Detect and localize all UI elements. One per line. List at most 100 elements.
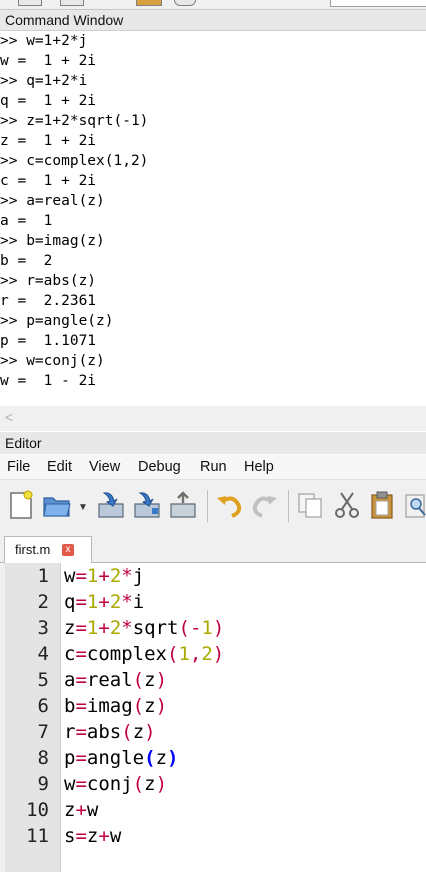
- new-file-icon[interactable]: [6, 490, 36, 520]
- command-output-line: p = 1.1071: [0, 333, 97, 349]
- code-token: ,: [189, 643, 202, 665]
- menu-help[interactable]: Help: [244, 459, 274, 475]
- copy-icon[interactable]: [296, 490, 326, 520]
- code-token: =: [75, 669, 87, 691]
- scroll-left-arrow-icon[interactable]: <: [5, 409, 13, 425]
- code-token: =: [75, 565, 87, 587]
- command-output-line: w = 1 - 2i: [0, 373, 97, 389]
- code-token: q: [64, 591, 76, 613]
- code-line[interactable]: r=abs(z): [64, 719, 156, 745]
- horizontal-scrollbar[interactable]: <: [0, 406, 426, 431]
- code-line[interactable]: q=1+2*i: [64, 589, 144, 615]
- open-folder-icon[interactable]: [42, 490, 72, 520]
- command-output-line: c = 1 + 2i: [0, 173, 97, 189]
- directory-input[interactable]: [330, 0, 426, 7]
- code-token: +: [98, 565, 110, 587]
- code-line[interactable]: c=complex(1,2): [64, 641, 224, 667]
- save-all-icon[interactable]: [168, 490, 198, 520]
- code-editor[interactable]: 1 2 3 4 5 6 7 8 9 10 11 w=1+2*j q=1+2*i z=1+2*sqrt(-…: [0, 563, 426, 872]
- toolbar-button-icon[interactable]: [174, 0, 196, 6]
- menu-file[interactable]: File: [7, 459, 30, 475]
- code-token: =: [75, 721, 87, 743]
- tab-label: first.m: [15, 542, 51, 557]
- code-token: conj: [86, 773, 133, 795]
- undo-icon[interactable]: [214, 490, 244, 520]
- command-output-line: q = 1 + 2i: [0, 93, 97, 109]
- dropdown-arrow-icon[interactable]: ▼: [78, 502, 88, 513]
- toolbar-separator: [288, 490, 289, 522]
- code-token: z: [64, 799, 76, 821]
- editor-toolbar: ▼: [0, 480, 426, 534]
- code-token: z: [64, 617, 76, 639]
- code-line[interactable]: z=1+2*sqrt(-1): [64, 615, 224, 641]
- code-token: =: [75, 773, 87, 795]
- code-line[interactable]: w=1+2*j: [64, 563, 144, 589]
- code-token: 2: [109, 591, 122, 613]
- command-output-line: z = 1 + 2i: [0, 133, 97, 149]
- code-token: a: [64, 669, 76, 691]
- code-line[interactable]: z+w: [64, 797, 98, 823]
- command-window-output[interactable]: >> w=1+2*j w = 1 + 2i >> q=1+2*i q = 1 + 2i…: [0, 31, 426, 406]
- code-token: +: [98, 825, 110, 847]
- line-number: 9: [37, 773, 49, 795]
- code-token: r: [64, 721, 76, 743]
- toolbar-button-icon[interactable]: [60, 0, 84, 6]
- code-token: 1: [86, 617, 99, 639]
- toolbar-button-icon[interactable]: [136, 0, 162, 6]
- code-token: ): [155, 695, 168, 717]
- command-window-title: Command Window: [5, 12, 124, 28]
- code-token: 1: [178, 643, 190, 665]
- code-token: -: [189, 617, 202, 639]
- tab-first-m[interactable]: first.m x: [4, 536, 92, 563]
- redo-icon[interactable]: [250, 490, 280, 520]
- code-token: =: [75, 643, 87, 665]
- code-token: =: [75, 591, 87, 613]
- menu-run[interactable]: Run: [200, 459, 227, 475]
- code-token: (: [132, 669, 145, 691]
- code-token: ): [167, 747, 179, 769]
- code-token: *: [121, 591, 133, 613]
- command-input-line: >> w=1+2*j: [0, 33, 88, 49]
- code-line[interactable]: a=real(z): [64, 667, 167, 693]
- code-token: 1: [201, 617, 213, 639]
- line-number: 5: [37, 669, 49, 691]
- top-toolbar-strip: [0, 0, 426, 10]
- code-token: z: [132, 721, 145, 743]
- close-icon[interactable]: x: [62, 544, 74, 556]
- command-input-line: >> p=angle(z): [0, 313, 114, 329]
- command-input-line: >> b=imag(z): [0, 233, 105, 249]
- code-line[interactable]: w=conj(z): [64, 771, 167, 797]
- menu-debug[interactable]: Debug: [138, 459, 181, 475]
- command-output-line: r = 2.2361: [0, 293, 97, 309]
- code-token: complex: [86, 643, 167, 665]
- code-token: p: [64, 747, 76, 769]
- code-token: (: [144, 747, 156, 769]
- code-token: z: [144, 695, 156, 717]
- code-token: ): [144, 721, 156, 743]
- code-token: i: [132, 591, 145, 613]
- code-token: 2: [109, 617, 122, 639]
- menu-edit[interactable]: Edit: [47, 459, 72, 475]
- code-line[interactable]: b=imag(z): [64, 693, 167, 719]
- command-input-line: >> z=1+2*sqrt(-1): [0, 113, 149, 129]
- code-line[interactable]: s=z+w: [64, 823, 121, 849]
- menu-view[interactable]: View: [89, 459, 120, 475]
- find-icon[interactable]: [404, 490, 426, 520]
- code-token: imag: [86, 695, 133, 717]
- toolbar-separator: [207, 490, 208, 522]
- code-line[interactable]: p=angle(z): [64, 745, 178, 771]
- paste-icon[interactable]: [368, 490, 398, 520]
- save-as-icon[interactable]: [132, 490, 162, 520]
- code-token: (: [121, 721, 133, 743]
- line-number: 8: [37, 747, 49, 769]
- code-token: s: [64, 825, 76, 847]
- code-token: real: [86, 669, 133, 691]
- line-number: 3: [37, 617, 49, 639]
- line-number: 11: [26, 825, 49, 847]
- code-token: w: [109, 825, 122, 847]
- code-token: 1: [86, 591, 99, 613]
- cut-icon[interactable]: [332, 490, 362, 520]
- toolbar-button-icon[interactable]: [18, 0, 42, 6]
- command-input-line: >> q=1+2*i: [0, 73, 88, 89]
- save-icon[interactable]: [96, 490, 126, 520]
